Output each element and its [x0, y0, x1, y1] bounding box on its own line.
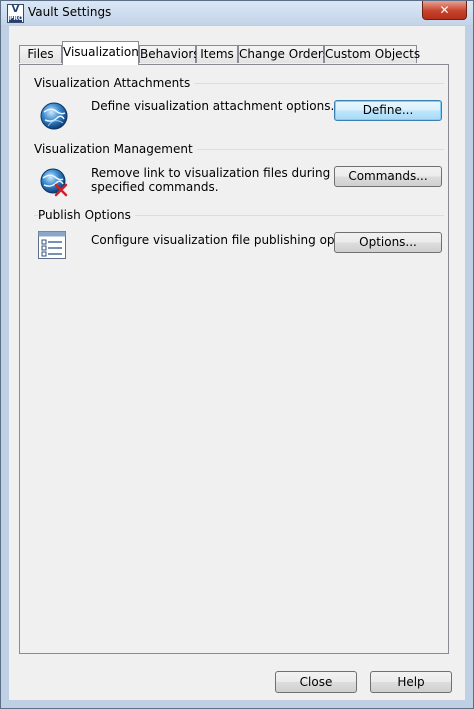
window-title: Vault Settings [28, 5, 112, 19]
publish-description: Configure visualization file publishing … [91, 233, 368, 247]
help-button[interactable]: Help [370, 671, 452, 693]
group-title-management: Visualization Management [34, 142, 197, 156]
group-title-publish: Publish Options [38, 208, 135, 222]
tab-behaviors[interactable]: Behaviors [139, 45, 200, 63]
group-title-attachments: Visualization Attachments [34, 76, 195, 90]
options-button[interactable]: Options... [334, 232, 442, 253]
visualization-tab-panel: Visualization Attachments Define visuali… [19, 64, 449, 654]
dialog-client-area: Files Visualization Behaviors Items Chan… [9, 26, 465, 700]
management-description-line2: specified commands. [91, 180, 219, 194]
globe-icon [40, 102, 68, 130]
globe-remove-icon [40, 168, 68, 197]
window-close-button[interactable]: ✕ [422, 1, 467, 20]
title-bar[interactable]: V PRO Vault Settings ✕ [1, 1, 473, 25]
tab-items[interactable]: Items [196, 45, 238, 63]
attachments-description: Define visualization attachment options. [91, 99, 335, 113]
commands-button[interactable]: Commands... [334, 166, 442, 187]
tab-files[interactable]: Files [19, 45, 62, 63]
close-button[interactable]: Close [275, 671, 357, 693]
vault-settings-window: V PRO Vault Settings ✕ Files Visualizatio… [0, 0, 474, 709]
checklist-icon [38, 231, 66, 259]
tab-visualization[interactable]: Visualization [62, 41, 139, 65]
tab-custom-objects[interactable]: Custom Objects [324, 45, 420, 63]
tab-change-orders[interactable]: Change Orders [238, 45, 329, 63]
vault-app-icon: V PRO [7, 4, 24, 23]
define-button[interactable]: Define... [334, 100, 442, 121]
management-description-line1: Remove link to visualization files durin… [91, 166, 331, 180]
